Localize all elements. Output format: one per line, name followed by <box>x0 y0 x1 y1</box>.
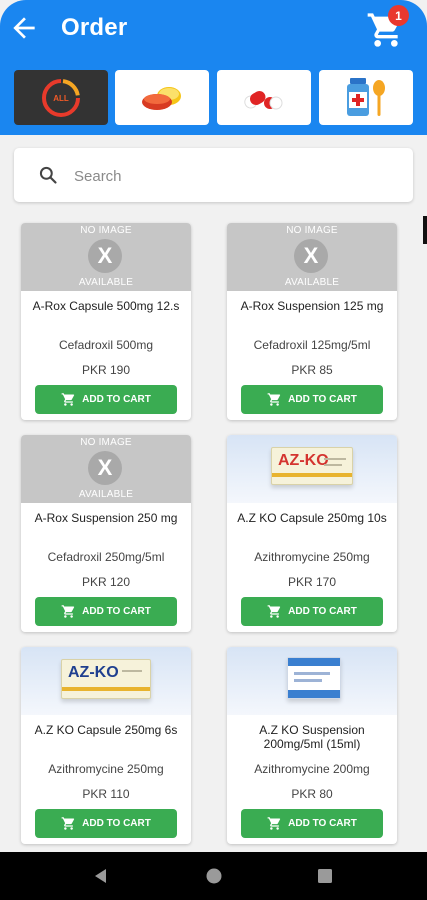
product-name: A-Rox Suspension 250 mg <box>34 511 178 525</box>
no-image-available-text: AVAILABLE <box>78 277 134 288</box>
product-name: A.Z KO Capsule 250mg 6s <box>34 723 178 737</box>
nav-home-icon[interactable] <box>205 867 223 885</box>
no-image-text: NO IMAGE <box>80 437 132 448</box>
no-image-placeholder: NO IMAGE X AVAILABLE <box>21 435 191 503</box>
product-name: A-Rox Capsule 500mg 12.s <box>32 299 180 313</box>
category-tabs: ALL <box>14 70 427 126</box>
cart-icon <box>61 393 75 406</box>
add-to-cart-label: ADD TO CART <box>82 818 151 829</box>
category-tab-capsules[interactable] <box>217 70 311 125</box>
cart-icon <box>61 605 75 618</box>
add-to-cart-label: ADD TO CART <box>82 606 151 617</box>
add-to-cart-button[interactable]: ADD TO CART <box>241 809 383 838</box>
search-icon <box>39 166 57 184</box>
nav-back-icon[interactable] <box>92 867 110 885</box>
add-to-cart-label: ADD TO CART <box>82 394 151 405</box>
add-to-cart-label: ADD TO CART <box>288 606 357 617</box>
product-card[interactable]: AZ-KO A.Z KO Capsule 250mg 6s Azithromyc… <box>21 647 191 844</box>
add-to-cart-button[interactable]: ADD TO CART <box>241 597 383 626</box>
add-to-cart-button[interactable]: ADD TO CART <box>241 385 383 414</box>
add-to-cart-button[interactable]: ADD TO CART <box>35 809 177 838</box>
product-generic: Cefadroxil 500mg <box>58 338 154 352</box>
product-name: A.Z KO Suspension 200mg/5ml (15ml) <box>259 723 365 751</box>
product-price: PKR 190 <box>81 363 131 377</box>
product-price: PKR 170 <box>287 575 337 589</box>
category-tab-all[interactable]: ALL <box>14 70 108 125</box>
no-image-available-text: AVAILABLE <box>78 489 134 500</box>
product-price: PKR 110 <box>82 787 130 801</box>
cart-icon <box>61 817 75 830</box>
product-price: PKR 80 <box>291 787 333 801</box>
product-card[interactable]: AZ-KO A.Z KO Capsule 250mg 10s Azithromy… <box>227 435 397 632</box>
product-price: PKR 85 <box>291 363 333 377</box>
box-brand-logo: AZ-KO <box>278 452 329 469</box>
back-arrow-icon[interactable] <box>8 12 40 44</box>
system-navigation-bar <box>0 852 427 900</box>
product-name: A.Z KO Capsule 250mg 10s <box>237 511 387 525</box>
add-to-cart-label: ADD TO CART <box>288 394 357 405</box>
add-to-cart-label: ADD TO CART <box>288 818 357 829</box>
box-brand-logo: AZ-KO <box>68 664 119 681</box>
pill-icon <box>142 86 181 110</box>
category-all-label: ALL <box>53 94 69 103</box>
no-image-x-icon: X <box>88 451 122 485</box>
product-generic: Cefadroxil 125mg/5ml <box>253 338 371 352</box>
no-image-text: NO IMAGE <box>286 225 338 236</box>
product-card[interactable]: NO IMAGE X AVAILABLE A-Rox Suspension 25… <box>21 435 191 632</box>
product-card[interactable]: NO IMAGE X AVAILABLE A-Rox Suspension 12… <box>227 223 397 420</box>
no-image-placeholder: NO IMAGE X AVAILABLE <box>21 223 191 291</box>
cart-icon <box>267 817 281 830</box>
capsule-icon <box>244 90 283 109</box>
cart-icon <box>267 393 281 406</box>
product-generic: Cefadroxil 250mg/5ml <box>47 550 165 564</box>
product-generic: Azithromycine 200mg <box>254 762 370 776</box>
product-card[interactable]: NO IMAGE X AVAILABLE A-Rox Capsule 500mg… <box>21 223 191 420</box>
app-bar: Order 1 ALL <box>0 0 427 135</box>
product-generic: Azithromycine 250mg <box>254 550 370 564</box>
search-bar[interactable] <box>14 148 413 202</box>
product-price: PKR 120 <box>81 575 131 589</box>
no-image-x-icon: X <box>88 239 122 273</box>
product-image: AZ-KO <box>21 647 191 715</box>
no-image-x-icon: X <box>294 239 328 273</box>
add-to-cart-button[interactable]: ADD TO CART <box>35 385 177 414</box>
no-image-placeholder: NO IMAGE X AVAILABLE <box>227 223 397 291</box>
medicine-box-image <box>287 657 341 699</box>
scroll-indicator <box>423 216 427 244</box>
category-tab-tablets[interactable] <box>115 70 209 125</box>
add-to-cart-button[interactable]: ADD TO CART <box>35 597 177 626</box>
cart-icon <box>267 605 281 618</box>
product-name: A-Rox Suspension 125 mg <box>240 299 384 313</box>
medicine-box-image: AZ-KO <box>271 447 353 485</box>
product-generic: Azithromycine 250mg <box>48 762 164 776</box>
search-input[interactable] <box>72 160 396 192</box>
product-image <box>227 647 397 715</box>
no-image-available-text: AVAILABLE <box>284 277 340 288</box>
product-card[interactable]: A.Z KO Suspension 200mg/5ml (15ml) Azith… <box>227 647 397 844</box>
medicine-box-image: AZ-KO <box>61 659 151 699</box>
no-image-text: NO IMAGE <box>80 225 132 236</box>
cart-count-badge: 1 <box>388 5 409 26</box>
syrup-icon <box>347 77 385 116</box>
category-tab-syrups[interactable] <box>319 70 413 125</box>
product-image: AZ-KO <box>227 435 397 503</box>
nav-recents-icon[interactable] <box>316 867 334 885</box>
page-title: Order <box>61 14 128 41</box>
all-categories-icon: ALL <box>42 78 80 117</box>
